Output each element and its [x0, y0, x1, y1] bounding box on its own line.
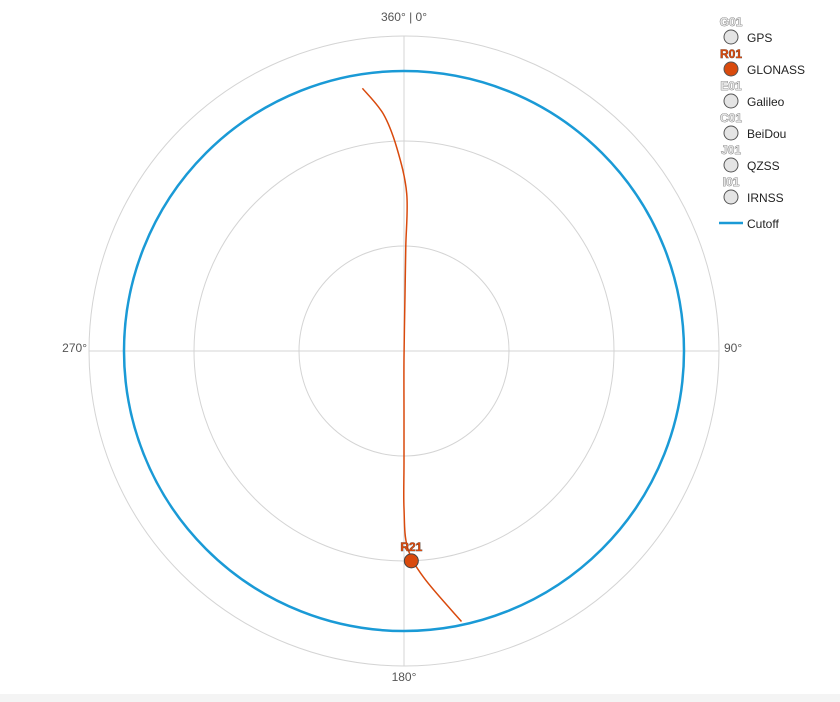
- legend-tag: C01: [720, 111, 742, 125]
- legend-marker: [723, 93, 739, 109]
- legend-tag: R01: [720, 47, 742, 61]
- satellite-label-R21: R21: [400, 540, 422, 554]
- east-label: 90°: [724, 341, 742, 355]
- legend-marker: [723, 29, 739, 45]
- legend-item-galileo[interactable]: E01 Galileo: [720, 79, 785, 109]
- legend-tag: E01: [720, 79, 742, 93]
- legend-marker: [723, 157, 739, 173]
- legend-item-beidou[interactable]: C01 BeiDou: [720, 111, 787, 141]
- legend-item-gps[interactable]: G01 GPS: [719, 15, 773, 45]
- legend-label: Galileo: [747, 95, 785, 109]
- legend-item-glonass[interactable]: R01 GLONASS: [720, 47, 805, 77]
- legend-tag: J01: [721, 143, 741, 157]
- satellite-marker-R21[interactable]: [403, 553, 419, 569]
- legend-marker: [723, 61, 739, 77]
- legend-label: GLONASS: [747, 63, 805, 77]
- legend-label: Cutoff: [747, 217, 779, 231]
- bottom-bar: [0, 694, 840, 702]
- legend-label: BeiDou: [747, 127, 786, 141]
- legend-item-cutoff[interactable]: Cutoff: [719, 217, 779, 231]
- legend-item-qzss[interactable]: J01 QZSS: [721, 143, 780, 173]
- west-label: 270°: [62, 341, 87, 355]
- legend-tag: I01: [723, 175, 740, 189]
- skyplot-chart: R21 360° | 0° 90° 180° 270° G01 GPS R01 GLO…: [62, 10, 805, 684]
- legend-item-irnss[interactable]: I01 IRNSS: [722, 175, 784, 205]
- legend: G01 GPS R01 GLONASS E01 Galileo C01 BeiDou J01 QZ…: [719, 15, 805, 231]
- legend-marker: [723, 125, 739, 141]
- legend-label: QZSS: [747, 159, 780, 173]
- legend-label: IRNSS: [747, 191, 784, 205]
- south-label: 180°: [392, 670, 417, 684]
- north-label: 360° | 0°: [381, 10, 427, 24]
- legend-label: GPS: [747, 31, 772, 45]
- legend-marker: [723, 189, 739, 205]
- legend-tag: G01: [720, 15, 743, 29]
